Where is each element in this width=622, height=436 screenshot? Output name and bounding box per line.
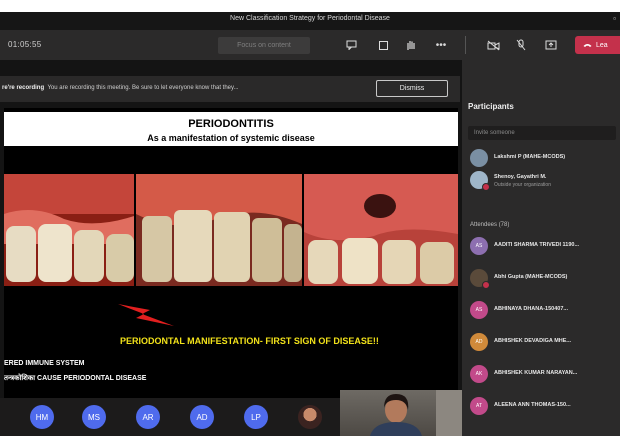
participant-row[interactable]: Lakshmi P (MAHE-MCODS) <box>468 148 618 172</box>
participant-name: Shenoy, Gayathri M. <box>494 174 547 180</box>
participant-name: ABHISHEK KUMAR NARAYAN... <box>494 370 578 376</box>
slide-subtitle: As a manifestation of systemic disease <box>147 133 315 143</box>
leave-button[interactable]: Lea <box>575 36 620 54</box>
invite-input[interactable]: Invite someone <box>468 126 616 140</box>
participant-row[interactable]: AS ABHINAYA DHANA-150407... <box>468 300 618 324</box>
dismiss-button[interactable]: Dismiss <box>376 80 448 97</box>
meeting-timer: 01:05:55 <box>8 40 42 49</box>
participant-row[interactable]: AD ABHISHEK DEVADIGA MHE... <box>468 332 618 356</box>
mic-off-icon[interactable] <box>514 38 528 52</box>
camera-off-icon[interactable] <box>486 38 500 52</box>
share-icon[interactable] <box>544 38 558 52</box>
participants-panel: Participants Invite someone Lakshmi P (M… <box>462 60 620 436</box>
avatar[interactable]: AR <box>136 405 160 429</box>
meeting-window: New Classification Strategy for Periodon… <box>0 12 620 436</box>
avatar-photo[interactable] <box>298 405 322 429</box>
participant-row[interactable]: AK ABHISHEK KUMAR NARAYAN... <box>468 364 618 388</box>
stage-participants: HM MS AR AD LP <box>0 398 340 436</box>
speaker-silhouette-icon <box>370 390 462 436</box>
avatar[interactable]: HM <box>30 405 54 429</box>
status-dot <box>482 281 490 289</box>
focus-on-content-button[interactable]: Focus on content <box>218 37 310 54</box>
raise-hand-icon[interactable] <box>404 38 418 52</box>
recording-message: You are recording this meeting. Be sure … <box>47 85 239 91</box>
participant-name: ABHISHEK DEVADIGA MHE... <box>494 338 572 344</box>
avatar: AK <box>470 365 488 383</box>
panel-title: Participants <box>468 102 514 111</box>
phone-icon <box>583 44 592 47</box>
avatar: AS <box>470 301 488 319</box>
chat-icon[interactable] <box>344 38 358 52</box>
avatar: AS <box>470 237 488 255</box>
status-dot <box>482 183 490 191</box>
participant-row[interactable]: AT ALEENA ANN THOMAS-150... <box>468 396 618 420</box>
more-icon[interactable]: ••• <box>434 38 448 52</box>
lightning-bolt-icon <box>118 304 174 326</box>
speaker-video[interactable] <box>340 390 462 436</box>
avatar <box>470 149 488 167</box>
window-title: New Classification Strategy for Periodon… <box>230 15 390 22</box>
title-bar: New Classification Strategy for Periodon… <box>0 12 620 30</box>
participant-name: Abhi Gupta (MAHE-MCODS) <box>494 274 568 280</box>
controls-divider <box>465 36 466 54</box>
avatar[interactable]: LP <box>244 405 268 429</box>
participant-name: AADITI SHARMA TRIVEDI 1190... <box>494 242 580 248</box>
avatar[interactable]: MS <box>82 405 106 429</box>
slide-title: PERIODONTITIS <box>188 118 274 130</box>
participant-name: ABHINAYA DHANA-150407... <box>494 306 568 312</box>
participant-name: ALEENA ANN THOMAS-150... <box>494 402 571 408</box>
recording-prefix: re're recording <box>2 85 45 91</box>
gum-photo-center <box>136 174 302 286</box>
slide-header: PERIODONTITIS As a manifestation of syst… <box>4 112 458 146</box>
maximize-icon[interactable]: ▫ <box>613 14 616 23</box>
gum-photo-left <box>4 174 134 286</box>
participant-row[interactable]: AS AADITI SHARMA TRIVEDI 1190... <box>468 236 618 260</box>
shared-slide: PERIODONTITIS As a manifestation of syst… <box>4 108 458 410</box>
participant-status: Outside your organization <box>494 182 551 188</box>
participant-name: Lakshmi P (MAHE-MCODS) <box>494 154 566 160</box>
slide-line-2: तन्त्रकोशिका CAUSE PERIODONTAL DISEASE <box>4 375 147 382</box>
meeting-stage: re're recording You are recording this m… <box>0 60 462 436</box>
participant-row[interactable]: Abhi Gupta (MAHE-MCODS) <box>468 268 618 292</box>
slide-banner: PERIODONTAL MANIFESTATION- FIRST SIGN OF… <box>120 336 379 346</box>
attendees-heading[interactable]: Attendees (78) <box>470 222 509 228</box>
meeting-controls: 01:05:55 Focus on content ••• Lea <box>0 30 620 60</box>
recording-notice: re're recording You are recording this m… <box>0 76 460 102</box>
participant-row[interactable]: Shenoy, Gayathri M. Outside your organiz… <box>468 170 618 194</box>
avatar: AT <box>470 397 488 415</box>
leave-label: Lea <box>596 41 608 49</box>
avatar[interactable]: AD <box>190 405 214 429</box>
participants-icon[interactable] <box>376 38 390 52</box>
slide-line-1: ERED IMMUNE SYSTEM <box>4 360 85 367</box>
avatar: AD <box>470 333 488 351</box>
gum-photo-right <box>304 174 458 286</box>
